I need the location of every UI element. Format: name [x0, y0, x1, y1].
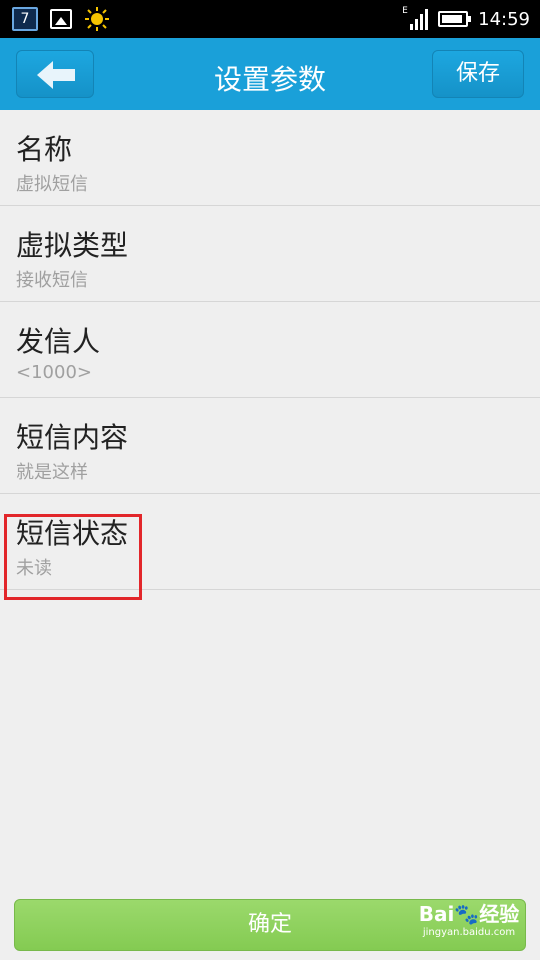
- setting-title: 发信人: [16, 325, 101, 358]
- battery-icon: [438, 11, 472, 27]
- signal-icon: E: [402, 6, 429, 30]
- setting-item-content[interactable]: 短信内容 就是这样: [0, 398, 540, 494]
- watermark: Bai🐾经验 jingyan.baidu.com: [414, 902, 524, 950]
- setting-title: 虚拟类型: [16, 229, 129, 262]
- setting-value: <1000>: [16, 362, 92, 383]
- clock: 14:59: [478, 8, 530, 30]
- watermark-logo: Bai🐾经验: [418, 902, 520, 926]
- setting-item-type[interactable]: 虚拟类型 接收短信: [0, 206, 540, 302]
- status-bar: 7 E 14:59: [0, 0, 540, 38]
- title-bar: 设置参数 保存: [0, 38, 540, 110]
- setting-title: 短信内容: [16, 421, 129, 454]
- setting-title: 名称: [16, 133, 73, 166]
- setting-item-name[interactable]: 名称 虚拟短信: [0, 110, 540, 206]
- watermark-site: jingyan.baidu.com: [422, 927, 516, 938]
- setting-value: 接收短信: [16, 270, 88, 291]
- setting-item-sender[interactable]: 发信人 <1000>: [0, 302, 540, 398]
- save-button[interactable]: 保存: [432, 50, 524, 98]
- brightness-icon: [85, 7, 109, 31]
- gallery-icon: [50, 9, 72, 29]
- setting-value: 虚拟短信: [16, 174, 88, 195]
- highlight-box: [4, 514, 142, 600]
- calendar-icon: 7: [12, 7, 38, 31]
- setting-value: 就是这样: [16, 462, 88, 483]
